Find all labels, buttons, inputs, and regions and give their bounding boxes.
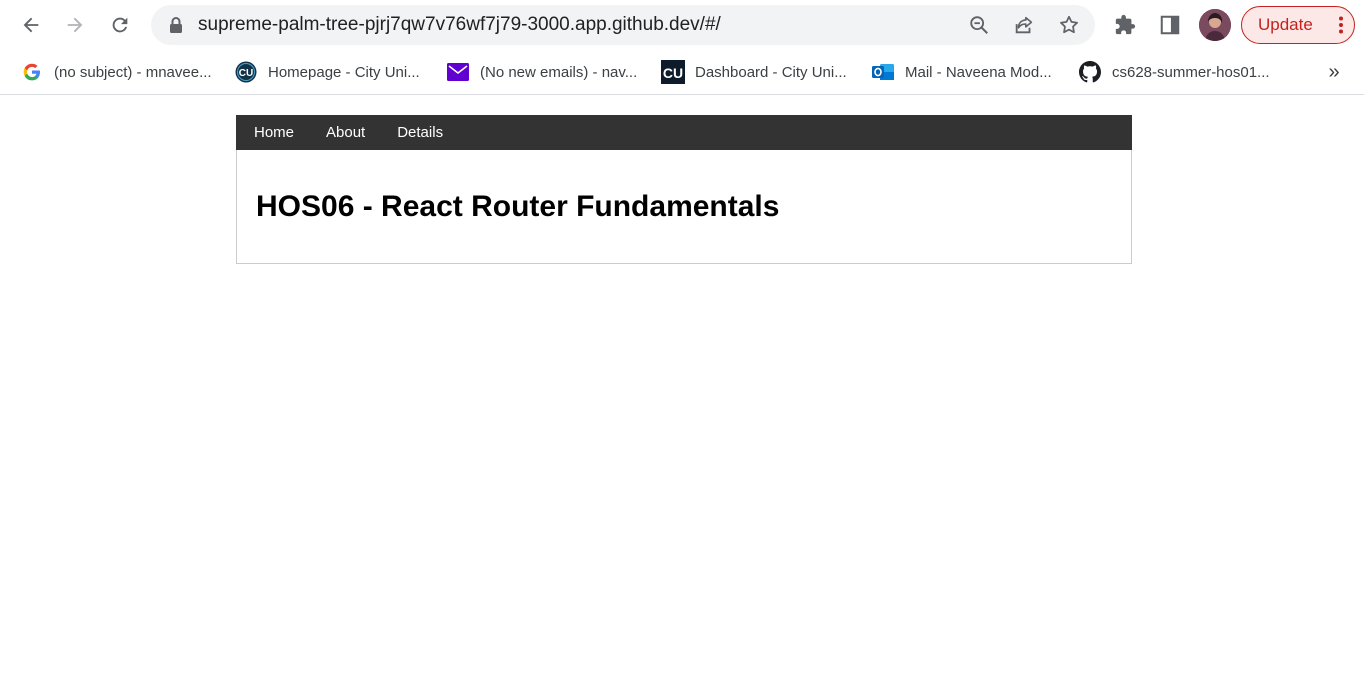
- bookmark-label: Mail - Naveena Mod...: [905, 63, 1052, 81]
- page-title: HOS06 - React Router Fundamentals: [256, 190, 780, 223]
- forward-button[interactable]: [57, 7, 93, 43]
- star-icon[interactable]: [1053, 9, 1085, 41]
- zoom-out-icon[interactable]: [963, 9, 995, 41]
- app-container: Home About Details HOS06 - React Router …: [236, 115, 1132, 264]
- bookmark-label: Dashboard - City Uni...: [695, 63, 847, 81]
- bookmark-yahoo-mail[interactable]: (No new emails) - nav...: [446, 58, 637, 86]
- app-navbar: Home About Details: [236, 115, 1132, 150]
- nav-link-home[interactable]: Home: [240, 115, 308, 150]
- back-arrow-icon: [20, 14, 42, 36]
- update-button[interactable]: Update: [1241, 6, 1355, 44]
- cu-square-icon: CU: [661, 60, 685, 84]
- side-panel-icon[interactable]: [1154, 9, 1186, 41]
- cu-circle-icon: CU: [234, 60, 258, 84]
- url-text[interactable]: supreme-palm-tree-pjrj7qw7v76wf7j79-3000…: [198, 5, 721, 45]
- bookmark-label: cs628-summer-hos01...: [1112, 63, 1270, 81]
- puzzle-icon[interactable]: [1109, 9, 1141, 41]
- content-panel: HOS06 - React Router Fundamentals: [236, 150, 1132, 264]
- bookmarks-overflow-chevron-icon[interactable]: »: [1320, 58, 1348, 86]
- bookmark-label: Homepage - City Uni...: [268, 63, 420, 81]
- reload-icon: [109, 14, 131, 36]
- profile-avatar[interactable]: [1199, 9, 1231, 41]
- svg-text:CU: CU: [239, 68, 253, 79]
- bookmarks-bar: (no subject) - mnavee... CU Homepage - C…: [0, 50, 1364, 95]
- bookmark-github-repo[interactable]: cs628-summer-hos01...: [1078, 58, 1270, 86]
- reload-button[interactable]: [102, 7, 138, 43]
- address-bar[interactable]: supreme-palm-tree-pjrj7qw7v76wf7j79-3000…: [151, 5, 1095, 45]
- nav-link-about[interactable]: About: [312, 115, 379, 150]
- bookmark-label: (No new emails) - nav...: [480, 63, 638, 81]
- mail-icon: [446, 60, 470, 84]
- bookmark-label: (no subject) - mnavee...: [54, 63, 212, 81]
- github-icon: [1078, 60, 1102, 84]
- lock-icon[interactable]: [168, 16, 184, 39]
- update-label: Update: [1258, 15, 1313, 34]
- bookmark-city-uni-homepage[interactable]: CU Homepage - City Uni...: [234, 58, 420, 86]
- nav-link-details[interactable]: Details: [383, 115, 457, 150]
- kebab-menu-icon[interactable]: [1338, 16, 1344, 34]
- browser-toolbar: supreme-palm-tree-pjrj7qw7v76wf7j79-3000…: [0, 0, 1364, 50]
- bookmark-gmail[interactable]: (no subject) - mnavee...: [20, 58, 212, 86]
- google-icon: [20, 60, 44, 84]
- bookmark-outlook-mail[interactable]: Mail - Naveena Mod...: [871, 58, 1052, 86]
- svg-text:CU: CU: [663, 65, 683, 81]
- outlook-icon: [871, 60, 895, 84]
- bookmark-city-uni-dashboard[interactable]: CU Dashboard - City Uni...: [661, 58, 847, 86]
- back-button[interactable]: [13, 7, 49, 43]
- forward-arrow-icon: [64, 14, 86, 36]
- share-icon[interactable]: [1008, 9, 1040, 41]
